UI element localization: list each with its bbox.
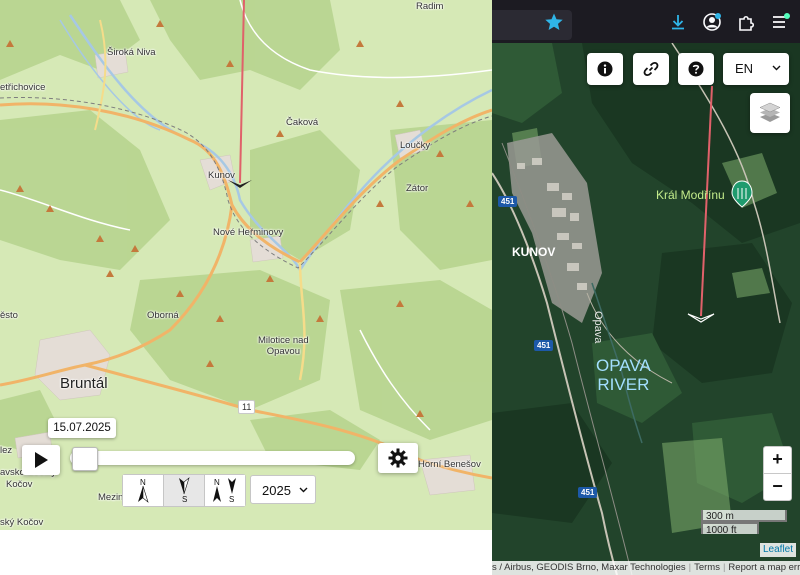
place-label: Široká Niva bbox=[107, 47, 156, 58]
river-name-label: Opava bbox=[592, 311, 604, 344]
year-select[interactable]: 2025 bbox=[250, 475, 316, 504]
info-button[interactable] bbox=[587, 53, 623, 85]
account-icon[interactable] bbox=[702, 12, 722, 32]
road-shield: 451 bbox=[498, 196, 518, 207]
info-icon bbox=[597, 61, 613, 77]
terms-link[interactable]: Terms bbox=[694, 562, 720, 573]
street-map[interactable]: Radim Široká Niva etřichovice Čaková Lou… bbox=[0, 0, 492, 530]
south-arrow-icon bbox=[179, 477, 190, 495]
orientation-toggle: N S N S bbox=[122, 474, 246, 507]
split-arrows-icon bbox=[213, 478, 236, 502]
zoom-out-button[interactable]: − bbox=[763, 473, 792, 501]
scale-bar: 300 m 1000 ft bbox=[701, 510, 787, 536]
place-label: Radim bbox=[416, 1, 444, 12]
timeline-slider-handle[interactable] bbox=[72, 447, 98, 471]
road-shield: 451 bbox=[534, 340, 554, 351]
place-label: ský Kočov bbox=[0, 517, 44, 528]
town-label: KUNOV bbox=[512, 245, 556, 259]
attribution-bar: s / Airbus, GEODIS Brno, Maxar Technolog… bbox=[492, 561, 800, 575]
share-link-button[interactable] bbox=[633, 53, 669, 85]
download-icon[interactable] bbox=[668, 12, 688, 32]
place-label: Kočov bbox=[6, 479, 33, 490]
puzzle-icon[interactable] bbox=[736, 12, 756, 32]
star-icon[interactable] bbox=[544, 12, 564, 32]
satellite-panel: Král Modřínu KUNOV Opava OPAVA RIVER 451… bbox=[492, 0, 800, 575]
zoom-in-button[interactable]: + bbox=[763, 446, 792, 474]
poi-label: Král Modřínu bbox=[656, 188, 725, 202]
help-button[interactable] bbox=[678, 53, 714, 85]
layers-icon bbox=[759, 102, 781, 122]
scale-metric: 300 m bbox=[701, 510, 787, 522]
orientation-south-button[interactable]: S bbox=[164, 475, 205, 506]
place-label: Milotice nad Opavou bbox=[258, 335, 309, 357]
play-button[interactable] bbox=[22, 445, 60, 475]
place-label: Oborná bbox=[147, 310, 179, 321]
place-label: ěsto bbox=[0, 310, 18, 321]
language-select[interactable]: EN bbox=[723, 53, 789, 85]
timeline-date-label: 15.07.2025 bbox=[48, 418, 116, 438]
place-label: Loučky bbox=[400, 140, 431, 151]
layers-button[interactable] bbox=[750, 93, 790, 133]
help-icon bbox=[688, 61, 704, 77]
gear-icon bbox=[388, 448, 408, 468]
place-label: etřichovice bbox=[0, 82, 46, 93]
link-icon bbox=[643, 61, 659, 77]
place-label: Čaková bbox=[286, 117, 319, 128]
play-icon bbox=[35, 452, 48, 468]
leaflet-link[interactable]: Leaflet bbox=[760, 543, 797, 557]
place-label-town: Bruntál bbox=[60, 375, 108, 392]
chevron-down-icon bbox=[772, 65, 781, 71]
settings-button[interactable] bbox=[378, 443, 418, 473]
chevron-down-icon bbox=[299, 487, 308, 493]
river-label: OPAVA RIVER bbox=[596, 356, 651, 394]
road-shield: 451 bbox=[578, 487, 598, 498]
language-select-value: EN bbox=[735, 61, 754, 76]
menu-icon[interactable] bbox=[770, 12, 790, 32]
browser-toolbar bbox=[492, 0, 800, 43]
place-label: Nové Heřminovy bbox=[213, 227, 284, 238]
scale-imperial: 1000 ft bbox=[701, 522, 759, 536]
road-number: 11 bbox=[238, 400, 256, 414]
place-label: Zátor bbox=[406, 183, 429, 194]
attribution-text: s / Airbus, GEODIS Brno, Maxar Technolog… bbox=[492, 562, 686, 573]
place-label: Kunov bbox=[208, 170, 235, 181]
north-arrow-icon bbox=[138, 485, 149, 503]
place-label: Mezin bbox=[98, 492, 124, 503]
place-label: Horní Benešov bbox=[418, 459, 481, 470]
year-select-value: 2025 bbox=[262, 483, 291, 498]
orientation-split-button[interactable]: N S bbox=[205, 475, 245, 506]
timeline-slider[interactable] bbox=[70, 451, 355, 465]
report-error-link[interactable]: Report a map error bbox=[728, 562, 800, 573]
orientation-north-button[interactable]: N bbox=[123, 475, 164, 506]
place-label: lez bbox=[0, 445, 13, 456]
